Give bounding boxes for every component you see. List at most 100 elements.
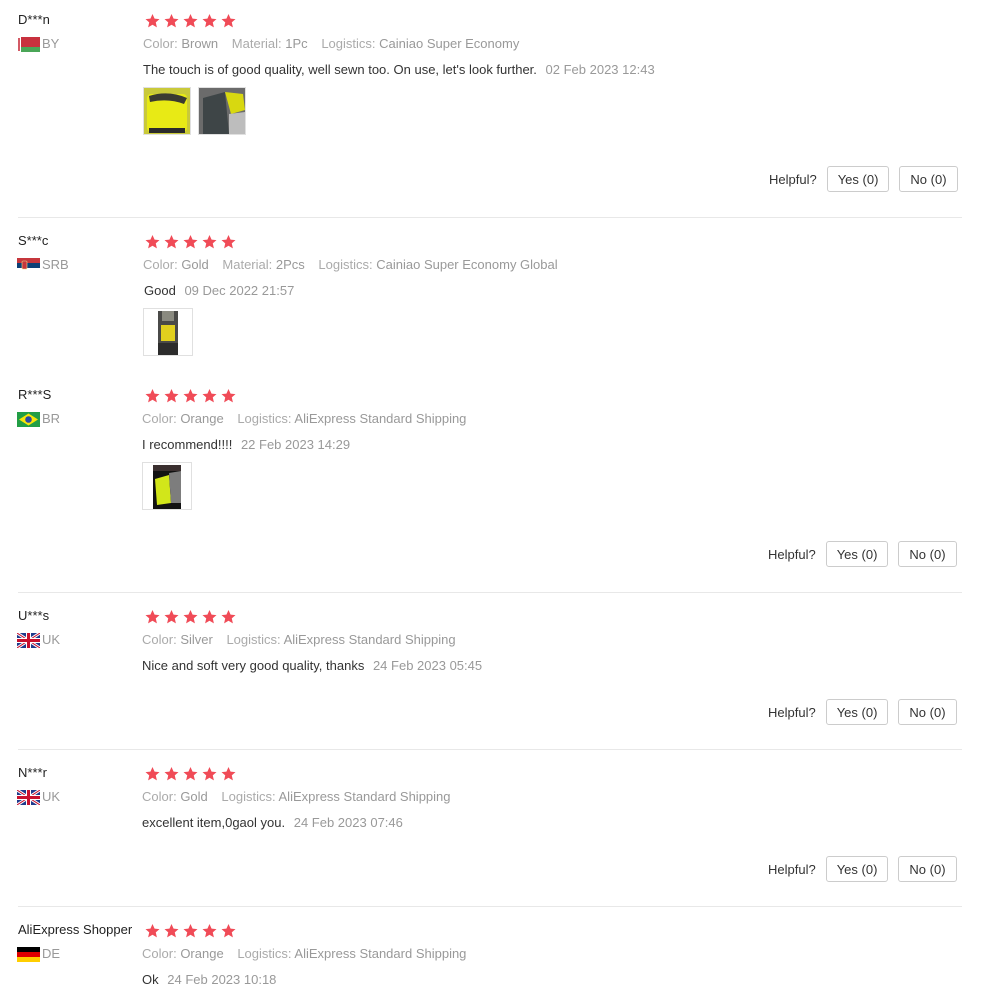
review-photos	[142, 462, 192, 510]
review-photos	[143, 308, 193, 356]
review-text: Ok 24 Feb 2023 10:18	[142, 972, 276, 987]
attr-key-color: Color:	[142, 789, 177, 804]
reviewer-country: UK	[17, 632, 61, 648]
attr-value-logistics: Cainiao Super Economy Global	[376, 257, 558, 272]
attr-value-color: Silver	[180, 632, 213, 647]
sku-attributes: Color: Gold Material: 2Pcs Logistics: Ca…	[143, 257, 568, 272]
reviewer-country: BR	[17, 411, 60, 427]
star-icon	[145, 235, 160, 249]
review-photos	[143, 87, 246, 135]
review-divider	[18, 906, 962, 907]
star-icon	[183, 389, 198, 403]
vote-yes-button[interactable]: Yes (0)	[825, 541, 889, 567]
star-icon	[202, 767, 217, 781]
review-text: Nice and soft very good quality, thanks …	[142, 658, 482, 673]
country-code: UK	[42, 789, 61, 804]
attr-value-color: Orange	[180, 946, 224, 961]
country-code: UK	[42, 632, 61, 647]
star-icon	[145, 610, 160, 624]
attr-key-color: Color:	[143, 36, 178, 51]
review-content: Good	[144, 283, 176, 298]
country-code: DE	[42, 946, 61, 961]
star-icon	[145, 924, 160, 938]
vote-yes-button[interactable]: Yes (0)	[825, 699, 889, 725]
star-icon	[202, 610, 217, 624]
review-photo-thumbnail[interactable]	[143, 308, 193, 356]
helpful-label: Helpful?	[768, 861, 816, 877]
attr-value-logistics: AliExpress Standard Shipping	[278, 789, 451, 804]
sku-attributes: Color: Gold Logistics: AliExpress Standa…	[142, 789, 461, 804]
attr-key-logistics: Logistics:	[237, 411, 292, 426]
attr-key-material: Material:	[222, 257, 273, 272]
attr-value-material: 1Pc	[285, 36, 308, 51]
star-icon	[202, 14, 217, 28]
star-icon	[164, 610, 179, 624]
attr-key-color: Color:	[142, 411, 177, 426]
attr-value-color: Orange	[180, 411, 224, 426]
flag-uk-icon	[17, 632, 40, 648]
star-rating	[144, 13, 237, 29]
attr-key-logistics: Logistics:	[226, 632, 281, 647]
review-text: Good 09 Dec 2022 21:57	[144, 283, 294, 298]
vote-no-button[interactable]: No (0)	[898, 541, 957, 567]
review-text: The touch is of good quality, well sewn …	[143, 62, 655, 77]
star-icon	[202, 389, 217, 403]
helpful-label: Helpful?	[769, 171, 817, 187]
review-content: Ok	[142, 972, 159, 987]
star-icon	[221, 14, 236, 28]
star-icon	[164, 235, 179, 249]
review-photo-thumbnail[interactable]	[198, 87, 246, 135]
star-icon	[183, 235, 198, 249]
review-photo-thumbnail[interactable]	[142, 462, 192, 510]
star-icon	[221, 610, 236, 624]
attr-key-logistics: Logistics:	[318, 257, 373, 272]
star-icon	[145, 389, 160, 403]
sku-attributes: Color: Orange Logistics: AliExpress Stan…	[142, 411, 476, 426]
sku-attributes: Color: Silver Logistics: AliExpress Stan…	[142, 632, 466, 647]
review-divider	[18, 749, 962, 750]
attr-key-material: Material:	[231, 36, 282, 51]
attr-value-logistics: AliExpress Standard Shipping	[294, 411, 467, 426]
attr-value-logistics: AliExpress Standard Shipping	[294, 946, 467, 961]
star-icon	[202, 235, 217, 249]
flag-uk-icon	[17, 789, 40, 805]
attr-value-material: 2Pcs	[275, 257, 305, 272]
sku-attributes: Color: Orange Logistics: AliExpress Stan…	[142, 946, 476, 961]
review-date: 24 Feb 2023 10:18	[167, 972, 277, 987]
review-text: excellent item,0gaol you. 24 Feb 2023 07…	[142, 815, 403, 830]
vote-yes-button[interactable]: Yes (0)	[826, 166, 890, 192]
star-icon	[183, 924, 198, 938]
star-icon	[164, 389, 179, 403]
reviewer-name: S***c	[18, 233, 49, 248]
attr-key-logistics: Logistics:	[221, 789, 276, 804]
review-divider	[18, 217, 962, 218]
vote-no-button[interactable]: No (0)	[899, 166, 958, 192]
flag-germany-icon	[17, 946, 40, 962]
flag-brazil-icon	[17, 411, 40, 427]
reviewer-country: DE	[17, 946, 61, 962]
country-code: SRB	[42, 257, 69, 272]
flag-serbia-icon	[17, 257, 40, 273]
helpful-label: Helpful?	[768, 546, 816, 562]
review-date: 24 Feb 2023 07:46	[293, 815, 403, 830]
helpful-label: Helpful?	[768, 704, 816, 720]
star-icon	[164, 14, 179, 28]
helpful-voting: Helpful? Yes (0) No (0)	[769, 166, 958, 192]
review-date: 22 Feb 2023 14:29	[240, 437, 351, 452]
vote-yes-button[interactable]: Yes (0)	[825, 856, 889, 882]
country-code: BY	[42, 36, 60, 51]
attr-value-color: Brown	[181, 36, 219, 51]
review-text: I recommend!!!! 22 Feb 2023 14:29	[142, 437, 350, 452]
reviewer-name: R***S	[18, 387, 52, 402]
star-rating	[144, 766, 237, 782]
attr-key-color: Color:	[143, 257, 178, 272]
review-photo-thumbnail[interactable]	[143, 87, 191, 135]
sku-attributes: Color: Brown Material: 1Pc Logistics: Ca…	[143, 36, 529, 51]
star-rating	[144, 234, 237, 250]
vote-no-button[interactable]: No (0)	[898, 856, 957, 882]
vote-no-button[interactable]: No (0)	[898, 699, 957, 725]
review-date: 09 Dec 2022 21:57	[184, 283, 295, 298]
helpful-voting: Helpful? Yes (0) No (0)	[768, 699, 957, 725]
star-icon	[145, 14, 160, 28]
review-content: I recommend!!!!	[142, 437, 233, 452]
